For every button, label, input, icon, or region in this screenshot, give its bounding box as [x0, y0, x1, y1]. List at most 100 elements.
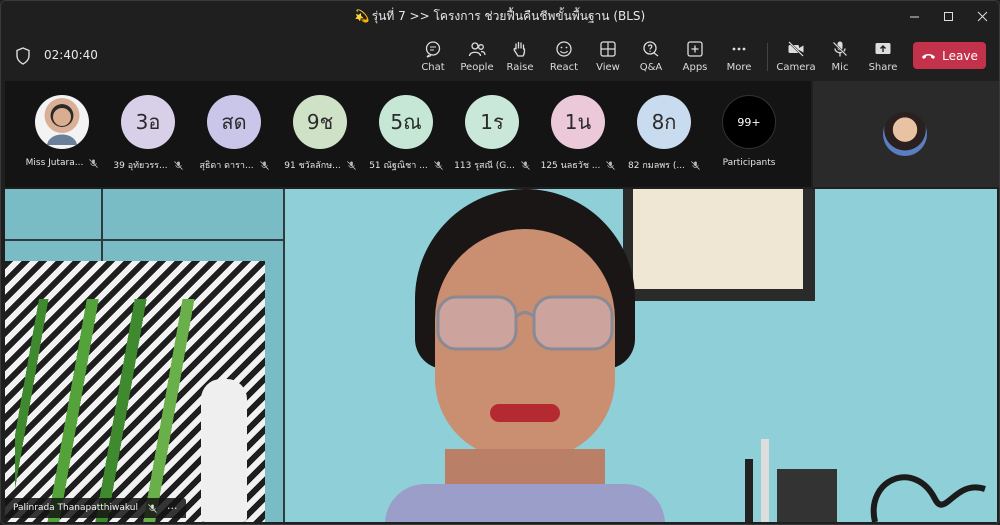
mic-off-icon [691, 160, 700, 170]
camera-label: Camera [776, 62, 816, 73]
participant-name-text: 91 ชวัลลักษ... [284, 161, 341, 171]
meeting-toolbar: 02:40:40 Chat People Raise React View Q&… [1, 31, 999, 81]
more-icon [732, 47, 746, 51]
apps-label: Apps [682, 62, 708, 73]
participants-label: Participants [722, 158, 776, 168]
participant-name: 51 ณัฐณิชา ... [369, 158, 443, 172]
participant-tile[interactable]: 1ร 113 รุสณี (G... [449, 95, 535, 172]
self-view[interactable] [813, 81, 999, 187]
participant-count-badge: 99+ [722, 95, 776, 149]
speaker-video [490, 404, 560, 422]
participant-name-text: 51 ณัฐณิชา ... [369, 161, 428, 171]
avatar: 1ร [465, 95, 519, 149]
qa-icon [643, 41, 659, 57]
avatar: 1น [551, 95, 605, 149]
speaker-video [375, 189, 675, 522]
participant-strip: Miss Jutara... 3อ 39 อุทัยวรร... สด สุธิ… [5, 81, 811, 187]
participant-name: 39 อุทัยวรร... [113, 158, 183, 172]
mic-off-icon [346, 160, 356, 170]
participant-name-text: 39 อุทัยวรร... [113, 161, 168, 171]
people-button[interactable]: People [455, 37, 499, 77]
participant-name: 113 รุสณี (G... [454, 158, 530, 172]
participant-tile[interactable]: 3อ 39 อุทัยวรร... [105, 95, 191, 172]
maximize-icon [943, 11, 953, 21]
avatar: 9ช [293, 95, 347, 149]
mic-off-icon [89, 158, 99, 168]
share-button[interactable]: Share [861, 37, 905, 77]
avatar: สด [207, 95, 261, 149]
leave-button[interactable]: Leave [913, 42, 986, 69]
react-label: React [549, 62, 579, 73]
mic-off-icon [259, 160, 269, 170]
participant-tile[interactable]: 8ก 82 กมลพร (... [621, 95, 707, 172]
mic-button[interactable]: Mic [818, 37, 862, 77]
minimize-button[interactable] [897, 1, 931, 31]
qa-label: Q&A [639, 62, 663, 73]
maximize-button[interactable] [931, 1, 965, 31]
participant-name-text: 113 รุสณี (G... [454, 161, 515, 171]
close-button[interactable] [965, 1, 999, 31]
window-title: 💫 รุ่นที่ 7 >> โครงการ ช่วยฟื้นคืนชีพขั้น… [355, 7, 645, 26]
video-background [5, 239, 285, 241]
meeting-window: 💫 รุ่นที่ 7 >> โครงการ ช่วยฟื้นคืนชีพขั้น… [0, 0, 1000, 525]
smile-icon [556, 41, 572, 57]
chat-icon [425, 41, 441, 58]
qa-button[interactable]: Q&A [629, 37, 673, 77]
mic-off-icon [173, 160, 183, 170]
participant-tile[interactable]: 5ณ 51 ณัฐณิชา ... [363, 95, 449, 172]
toolbar-divider [767, 43, 768, 71]
participant-name-text: สุธิดา ดารา... [199, 161, 254, 171]
speaker-video [436, 295, 614, 351]
video-background [283, 189, 285, 522]
view-label: View [596, 62, 620, 73]
sparkle-icon: 💫 [354, 8, 370, 23]
speaker-more-button[interactable]: ··· [167, 502, 178, 515]
apps-button[interactable]: Apps [673, 37, 717, 77]
more-button[interactable]: More [717, 37, 761, 77]
window-title-text: รุ่นที่ 7 >> โครงการ ช่วยฟื้นคืนชีพขั้นพ… [371, 8, 646, 23]
raise-label: Raise [506, 62, 534, 73]
participants-overflow-button[interactable]: 99+ Participants [706, 95, 792, 168]
participant-name: 91 ชวัลลักษ... [284, 158, 356, 172]
video-background [101, 189, 103, 261]
self-avatar [883, 112, 927, 156]
chat-button[interactable]: Chat [411, 37, 455, 77]
avatar-photo [47, 105, 77, 145]
participant-tile[interactable]: Miss Jutara... [19, 95, 105, 168]
main-video [5, 189, 997, 522]
phone-hangup-icon [922, 53, 936, 59]
react-button[interactable]: React [542, 37, 586, 77]
share-icon [875, 43, 891, 54]
participant-name: 125 นลธวัช ... [541, 158, 616, 172]
speaker-name: Palinrada Thanapatthiwakul [13, 503, 138, 513]
participant-tile[interactable]: 9ช 91 ชวัลลักษ... [277, 95, 363, 172]
shield-icon[interactable] [15, 47, 31, 65]
mic-off-icon [832, 41, 848, 57]
participant-name-text: 125 นลธวัช ... [540, 161, 601, 171]
chat-label: Chat [421, 62, 445, 73]
avatar: 3อ [121, 95, 175, 149]
participant-name-text: 82 กมลพร (... [628, 161, 685, 171]
video-background [15, 299, 215, 522]
participant-name: Miss Jutara... [26, 158, 99, 168]
view-button[interactable]: View [586, 37, 630, 77]
title-bar: 💫 รุ่นที่ 7 >> โครงการ ช่วยฟื้นคืนชีพขั้น… [1, 1, 999, 31]
speaker-name-tag: Palinrada Thanapatthiwakul ··· [5, 498, 186, 518]
leave-label: Leave [942, 48, 978, 63]
avatar: 8ก [637, 95, 691, 149]
window-controls [897, 1, 999, 31]
raise-button[interactable]: Raise [498, 37, 542, 77]
participant-tile[interactable]: สด สุธิดา ดารา... [191, 95, 277, 172]
participant-tile[interactable]: 1น 125 นลธวัช ... [535, 95, 621, 172]
people-icon [468, 42, 486, 57]
mic-off-icon [148, 503, 157, 513]
video-background [745, 439, 986, 522]
camera-off-icon [788, 41, 804, 57]
camera-button[interactable]: Camera [774, 37, 818, 77]
participant-name: สุธิดา ดารา... [199, 158, 269, 172]
minimize-icon [909, 16, 919, 17]
participant-name-text: Miss Jutara... [25, 158, 84, 168]
mic-off-icon [606, 160, 616, 170]
avatar: 5ณ [379, 95, 433, 149]
grid-icon [600, 41, 616, 57]
